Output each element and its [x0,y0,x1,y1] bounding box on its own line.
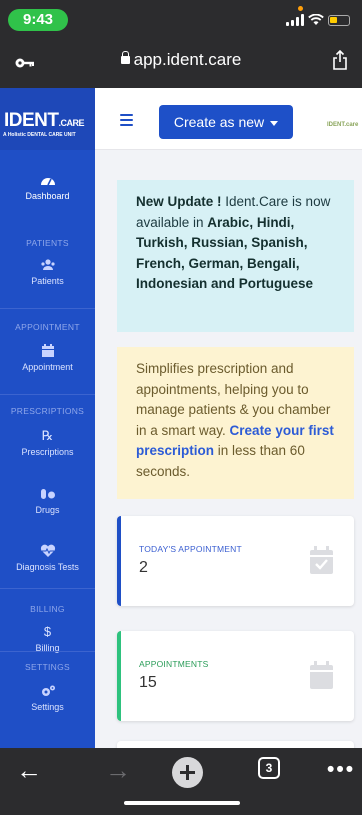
card-accent [117,631,121,721]
card-value: 2 [139,559,148,576]
sidebar-item-prescriptions[interactable]: ℞ Prescriptions [0,428,95,458]
sidebar-divider [0,651,95,652]
sidebar-divider [0,394,95,395]
sidebar-divider [0,308,95,309]
section-prescriptions: PRESCRIPTIONS [10,406,85,416]
forward-arrow-icon[interactable]: → [105,757,131,783]
url-field[interactable]: app.ident.care [0,50,362,70]
brand-title: IDENT.CARE [4,110,85,131]
sidebar-item-label: Diagnosis Tests [16,562,79,572]
create-as-new-button[interactable]: Create as new [159,105,293,139]
sidebar-item-label: Patients [31,276,64,286]
next-card-peek [117,741,354,748]
url-text: app.ident.care [133,50,242,69]
section-patients: PATIENTS [26,238,69,248]
rx-icon: ℞ [41,428,54,443]
section-appointment: APPOINTMENT [15,322,80,332]
status-bar: 9:43 [0,0,362,32]
home-indicator[interactable] [124,801,240,805]
card-label: APPOINTMENTS [139,659,209,669]
sidebar-item-label: Dashboard [25,191,70,201]
sidebar-divider [0,588,95,589]
sidebar-item-diagnosis-tests[interactable]: Diagnosis Tests [0,544,95,572]
sidebar-item-drugs[interactable]: Drugs [0,487,95,515]
card-accent [117,516,121,606]
back-arrow-icon[interactable]: ← [16,757,42,783]
todays-appointment-card[interactable]: TODAY'S APPOINTMENT 2 [117,516,354,606]
calendar-icon [41,344,54,357]
section-settings: SETTINGS [25,662,70,672]
top-navbar: Create as new IDENT.care [95,88,362,150]
sidebar-item-label: Appointment [22,362,73,372]
sidebar-item-dashboard[interactable]: Dashboard [0,173,95,201]
card-label: TODAY'S APPOINTMENT [139,544,242,554]
patients-icon [40,259,55,270]
brand-logo[interactable]: IDENT.CARE A Holistic DENTAL CARE UNIT [0,88,95,150]
more-dots-icon[interactable]: ••• [327,757,355,783]
sidebar-item-billing[interactable]: $ Billing [0,603,95,654]
promo-alert: Simplifies prescription and appointments… [117,347,354,499]
new-tab-plus-icon[interactable] [172,757,203,788]
dollar-icon: $ [43,624,52,639]
sidebar-item-label: Settings [31,702,64,712]
dashboard-icon [40,178,55,186]
share-icon[interactable] [332,50,348,70]
sidebar-item-settings[interactable]: Settings [0,684,95,712]
calendar-icon [310,661,333,689]
web-page: IDENT.CARE A Holistic DENTAL CARE UNIT D… [0,88,362,748]
calendar-check-icon [310,546,333,574]
pills-icon [40,489,55,499]
brand-subtitle: A Holistic DENTAL CARE UNIT [3,132,76,138]
caret-down-icon [270,120,279,126]
card-value: 15 [139,674,157,691]
gears-icon [41,685,55,696]
alert-lead: New Update ! [136,194,222,209]
create-button-label: Create as new [173,114,265,130]
lock-icon [120,51,130,64]
sidebar-item-appointment[interactable]: Appointment [0,344,95,372]
sidebar-item-label: Drugs [35,505,60,515]
heartbeat-icon [40,544,55,557]
sidebar-item-label: Prescriptions [21,447,74,457]
tabs-count-button[interactable]: 3 [258,757,280,779]
update-alert: New Update ! Ident.Care is now available… [117,180,354,332]
header-logo: IDENT.care [327,122,359,128]
sidebar: IDENT.CARE A Holistic DENTAL CARE UNIT D… [0,88,95,748]
sidebar-item-patients[interactable]: Patients [0,258,95,286]
phone-screen: 9:43 app.ident.care IDENT.CARE A Holisti… [0,0,362,815]
hamburger-menu-icon[interactable] [120,114,133,126]
status-time: 9:43 [8,9,68,31]
status-icons [286,10,350,30]
battery-icon [328,14,350,26]
signal-icon [286,14,304,26]
appointments-card[interactable]: APPOINTMENTS 15 [117,631,354,721]
wifi-icon [308,14,324,25]
